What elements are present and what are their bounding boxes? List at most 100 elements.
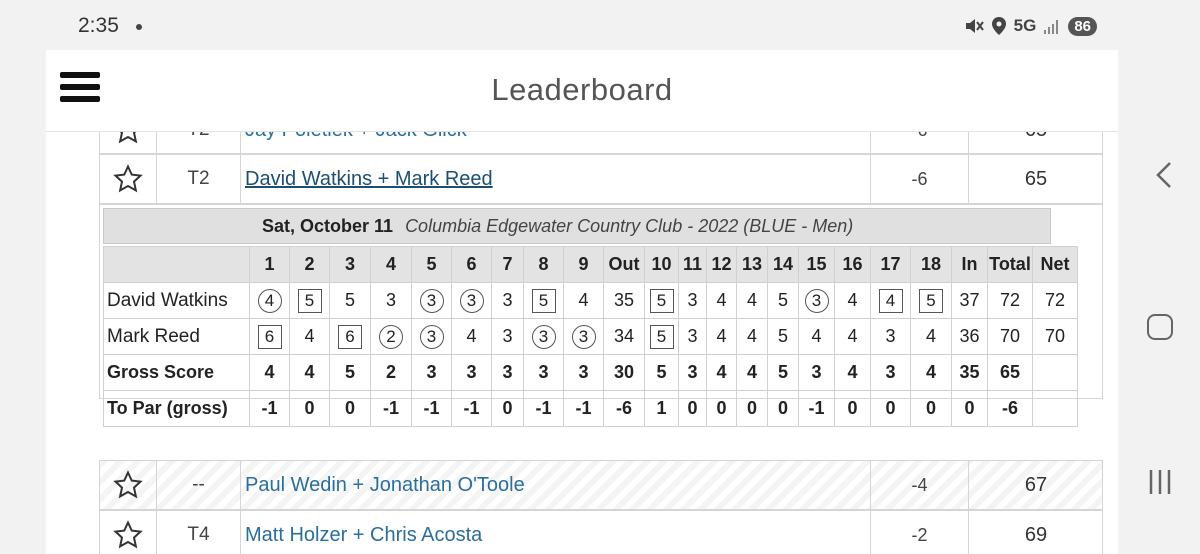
leaderboard-row[interactable]: T4 Matt Holzer + Chris Acosta -2 69 (99, 510, 1103, 554)
hole-score: 4 (847, 290, 858, 310)
summary-cell: 3 (411, 354, 452, 391)
status-time: 2:35 (78, 14, 119, 37)
hole-score-cell: 35 (603, 282, 645, 319)
hole-score: 4 (716, 326, 727, 346)
summary-cell: 5 (644, 354, 679, 391)
hole-header: 10 (644, 246, 679, 283)
hole-score-cell: 70 (1032, 318, 1078, 355)
back-icon[interactable] (1152, 160, 1176, 190)
summary-cell: 0 (767, 390, 799, 427)
leaderboard-row[interactable]: T2 David Watkins + Mark Reed -6 65 (99, 154, 1103, 204)
summary-cell: 4 (736, 354, 768, 391)
hole-score: 5 (777, 290, 788, 310)
hole-header: Total (987, 246, 1033, 283)
hole-score-cell: 4 (736, 282, 768, 319)
hole-score-cell: 3 (678, 282, 707, 319)
hole-score-cell: 4 (706, 282, 737, 319)
hole-score: 3 (502, 290, 513, 310)
summary-cell: 0 (706, 390, 737, 427)
hole-score-cell: 4 (736, 318, 768, 355)
over-par-score: 5 (649, 288, 674, 313)
to-par: -4 (871, 461, 969, 509)
hole-score: 70 (999, 326, 1021, 346)
summary-cell: -1 (563, 390, 604, 427)
app-window: Leaderboard T2 Jay Poletiek + Jack Glick… (46, 50, 1118, 554)
under-par-score: 2 (379, 324, 403, 349)
hole-header: 15 (798, 246, 835, 283)
hole-score-cell: 4 (910, 318, 952, 355)
team-name-link[interactable]: David Watkins + Mark Reed (241, 155, 871, 203)
team-name[interactable]: Matt Holzer + Chris Acosta (241, 511, 871, 554)
scorecard-table: 1 2 3 4 5 6 7 8 9 Out 10 11 12 13 14 15 16 17 18 In Total Net… (103, 246, 1078, 427)
hole-score: 4 (746, 326, 757, 346)
under-par-score: 3 (571, 324, 596, 349)
summary-cell: 65 (987, 354, 1033, 391)
total-score: 69 (1024, 523, 1048, 546)
summary-cell: -1 (249, 390, 290, 427)
under-par-score: 4 (257, 288, 282, 313)
hole-header: 9 (563, 246, 604, 283)
favorite-star-icon[interactable] (100, 155, 157, 203)
hole-score: 4 (746, 290, 757, 310)
summary-cell: 5 (329, 354, 371, 391)
hole-score-cell: 37 (951, 282, 988, 319)
summary-cell: -1 (411, 390, 452, 427)
hole-score-cell: 2 (370, 318, 412, 355)
summary-cell: -1 (451, 390, 492, 427)
hole-header: 8 (523, 246, 564, 283)
summary-cell: 3 (870, 354, 911, 391)
team-name[interactable]: Paul Wedin + Jonathan O'Toole (241, 461, 871, 509)
hole-header: 14 (767, 246, 799, 283)
hole-score: 37 (959, 290, 980, 310)
hole-header: 5 (411, 246, 452, 283)
hole-score-cell: 5 (644, 318, 679, 355)
hole-score: 34 (613, 326, 635, 346)
blank-header-cell (103, 246, 250, 283)
summary-cell: -6 (603, 390, 645, 427)
total-score: 65 (1024, 167, 1048, 190)
hole-score-cell: 3 (870, 318, 911, 355)
round-date: Sat, October 11 (262, 215, 394, 236)
summary-cell: 3 (451, 354, 492, 391)
hole-score: 4 (578, 290, 589, 310)
hole-score-cell: 3 (491, 318, 524, 355)
summary-cell: 0 (736, 390, 768, 427)
hole-header: 3 (329, 246, 371, 283)
hole-header: In (951, 246, 988, 283)
hole-score-cell: 3 (411, 282, 452, 319)
hole-score-cell: 70 (987, 318, 1033, 355)
status-icons: 5G 86 (964, 16, 1097, 36)
over-par-score: 5 (919, 288, 943, 313)
summary-cell: 5 (767, 354, 799, 391)
favorite-star-icon[interactable] (100, 461, 157, 509)
hole-score: 72 (1044, 290, 1066, 310)
summary-cell: 3 (798, 354, 835, 391)
summary-cell: 0 (678, 390, 707, 427)
hole-score: 5 (777, 326, 788, 346)
summary-cell: 0 (870, 390, 911, 427)
battery-badge: 86 (1068, 16, 1097, 36)
under-par-score: 3 (459, 288, 484, 313)
location-icon (991, 17, 1006, 35)
summary-cell: -1 (798, 390, 835, 427)
hole-score-cell: 3 (411, 318, 452, 355)
hole-score: 3 (687, 290, 698, 310)
summary-cell: 2 (370, 354, 412, 391)
leaderboard-row[interactable]: -- Paul Wedin + Jonathan O'Toole -4 67 (99, 460, 1103, 510)
status-bar: 2:35 5G 86 (0, 0, 1200, 50)
player-name[interactable]: David Watkins (103, 282, 250, 319)
hole-header: 13 (736, 246, 768, 283)
hole-score-cell: 4 (706, 318, 737, 355)
player-name[interactable]: Mark Reed (103, 318, 250, 355)
player-score-row: Mark Reed 6 4 6 2 3 4 3 3 3 34 5 3 4 4 5 4 4 3 4 36 70 70 (103, 318, 1078, 355)
hole-score: 72 (999, 290, 1021, 310)
player-score-row: David Watkins 4 5 5 3 3 3 3 5 4 35 5 3 4 4 5 3 4 4 5 37 72 72 (103, 282, 1078, 319)
over-par-score: 5 (531, 288, 556, 313)
home-icon[interactable] (1147, 314, 1173, 340)
favorite-star-icon[interactable] (100, 511, 157, 554)
mute-icon (965, 19, 984, 33)
gross-score-row: Gross Score 4 4 5 2 3 3 3 3 3 30 5 3 4 4 5 3 4 3 4 35 65 (103, 354, 1078, 391)
recent-apps-icon[interactable] (1148, 468, 1172, 496)
hole-score-cell: 5 (289, 282, 330, 319)
summary-cell: 35 (951, 354, 988, 391)
